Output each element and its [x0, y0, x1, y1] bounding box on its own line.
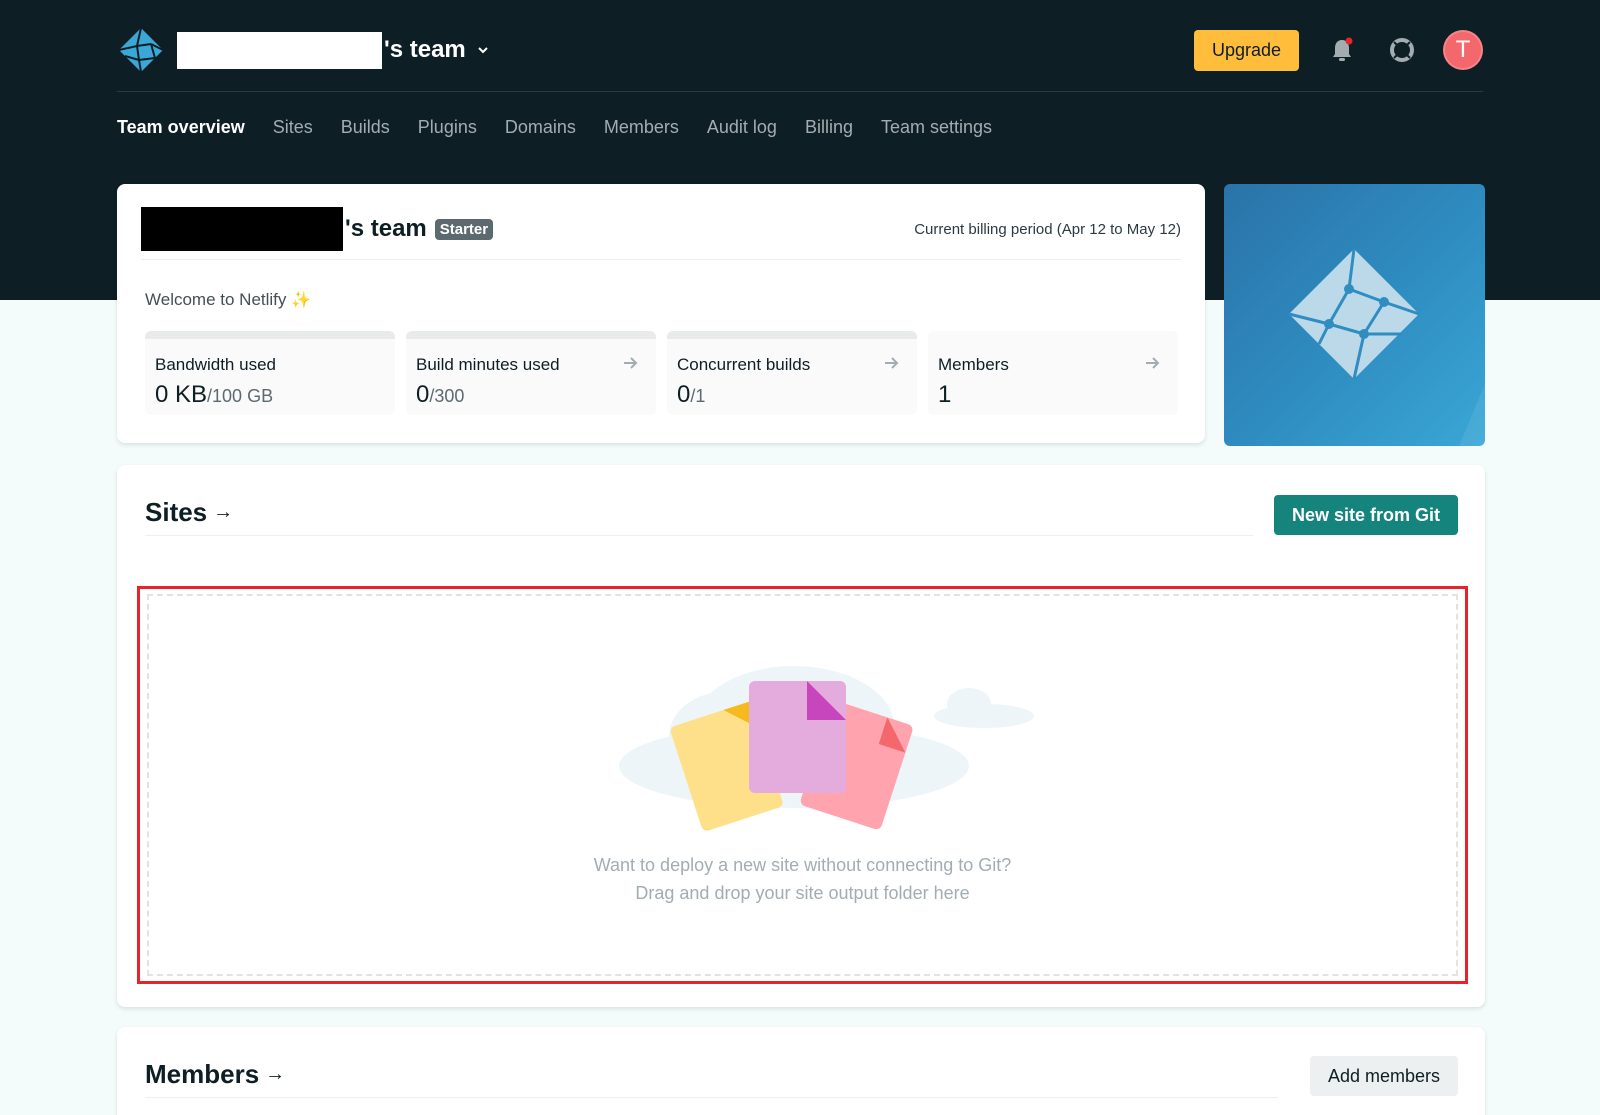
tab-team-overview[interactable]: Team overview — [117, 117, 245, 138]
sites-card: Sites → New site from Git Want to deploy… — [117, 465, 1485, 1007]
tab-billing[interactable]: Billing — [805, 117, 853, 138]
stat-build-minutes[interactable]: Build minutes used 0/300 — [406, 331, 656, 415]
redacted-team-name — [177, 31, 382, 69]
arrow-right-icon: → — [265, 1063, 286, 1085]
arrow-right-icon — [624, 357, 638, 369]
tab-team-settings[interactable]: Team settings — [881, 117, 992, 138]
arrow-right-icon: → — [213, 501, 234, 523]
redacted-team-name — [141, 207, 343, 251]
tab-plugins[interactable]: Plugins — [418, 117, 477, 138]
dropzone-prompt: Want to deploy a new site without connec… — [593, 855, 1012, 875]
add-members-button[interactable]: Add members — [1309, 1056, 1458, 1096]
usage-bar — [145, 331, 395, 339]
chevron-down-icon — [478, 47, 488, 54]
welcome-message: Welcome to Netlify ✨ — [145, 290, 312, 309]
team-nav: Team overview Sites Builds Plugins Domai… — [117, 112, 1020, 142]
usage-stats: Bandwidth used 0 KB/100 GB Build minutes… — [145, 331, 1189, 415]
netlify-promo-tile — [1224, 184, 1485, 446]
stat-members[interactable]: Members 1 — [928, 331, 1178, 415]
card-divider — [141, 259, 1181, 260]
user-avatar[interactable]: T — [1443, 30, 1483, 70]
stat-bandwidth: Bandwidth used 0 KB/100 GB — [145, 331, 395, 415]
header: 's team Upgrade T — [117, 24, 1483, 76]
tab-audit-log[interactable]: Audit log — [707, 117, 777, 138]
tab-builds[interactable]: Builds — [341, 117, 390, 138]
members-section-title[interactable]: Members → — [145, 1059, 285, 1090]
stat-concurrent-builds[interactable]: Concurrent builds 0/1 — [667, 331, 917, 415]
sparkles-icon: ✨ — [291, 292, 312, 309]
lifebuoy-icon — [1390, 38, 1414, 62]
arrow-right-icon — [1146, 357, 1160, 369]
notifications-button[interactable] — [1325, 33, 1359, 67]
usage-bar — [667, 331, 917, 339]
bell-icon — [1333, 37, 1353, 61]
tab-domains[interactable]: Domains — [505, 117, 576, 138]
new-site-from-git-button[interactable]: New site from Git — [1273, 495, 1458, 535]
tab-members[interactable]: Members — [604, 117, 679, 138]
tab-sites[interactable]: Sites — [273, 117, 313, 138]
netlify-diamond-icon — [1288, 248, 1485, 446]
section-divider — [145, 1097, 1278, 1098]
team-overview-card: 's team Starter Current billing period (… — [117, 184, 1205, 443]
members-card: Members → Add members — [117, 1027, 1485, 1115]
dropzone-hint: Drag and drop your site output folder he… — [635, 883, 970, 903]
highlight-box: Want to deploy a new site without connec… — [137, 586, 1468, 984]
plan-badge: Starter — [434, 218, 494, 240]
section-divider — [145, 535, 1253, 536]
usage-bar — [406, 331, 656, 339]
header-divider — [117, 91, 1483, 92]
site-dropzone[interactable]: Want to deploy a new site without connec… — [147, 594, 1458, 976]
upgrade-button[interactable]: Upgrade — [1193, 29, 1299, 71]
team-title: 's team — [345, 215, 427, 242]
files-illustration-icon — [619, 666, 1034, 831]
billing-period: Current billing period (Apr 12 to May 12… — [914, 220, 1181, 238]
sites-section-title[interactable]: Sites → — [145, 497, 233, 528]
team-name-suffix: 's team — [384, 36, 466, 63]
netlify-logo-icon[interactable] — [117, 26, 165, 74]
support-button[interactable] — [1385, 33, 1419, 67]
arrow-right-icon — [885, 357, 899, 369]
team-switcher[interactable]: 's team — [177, 31, 490, 69]
